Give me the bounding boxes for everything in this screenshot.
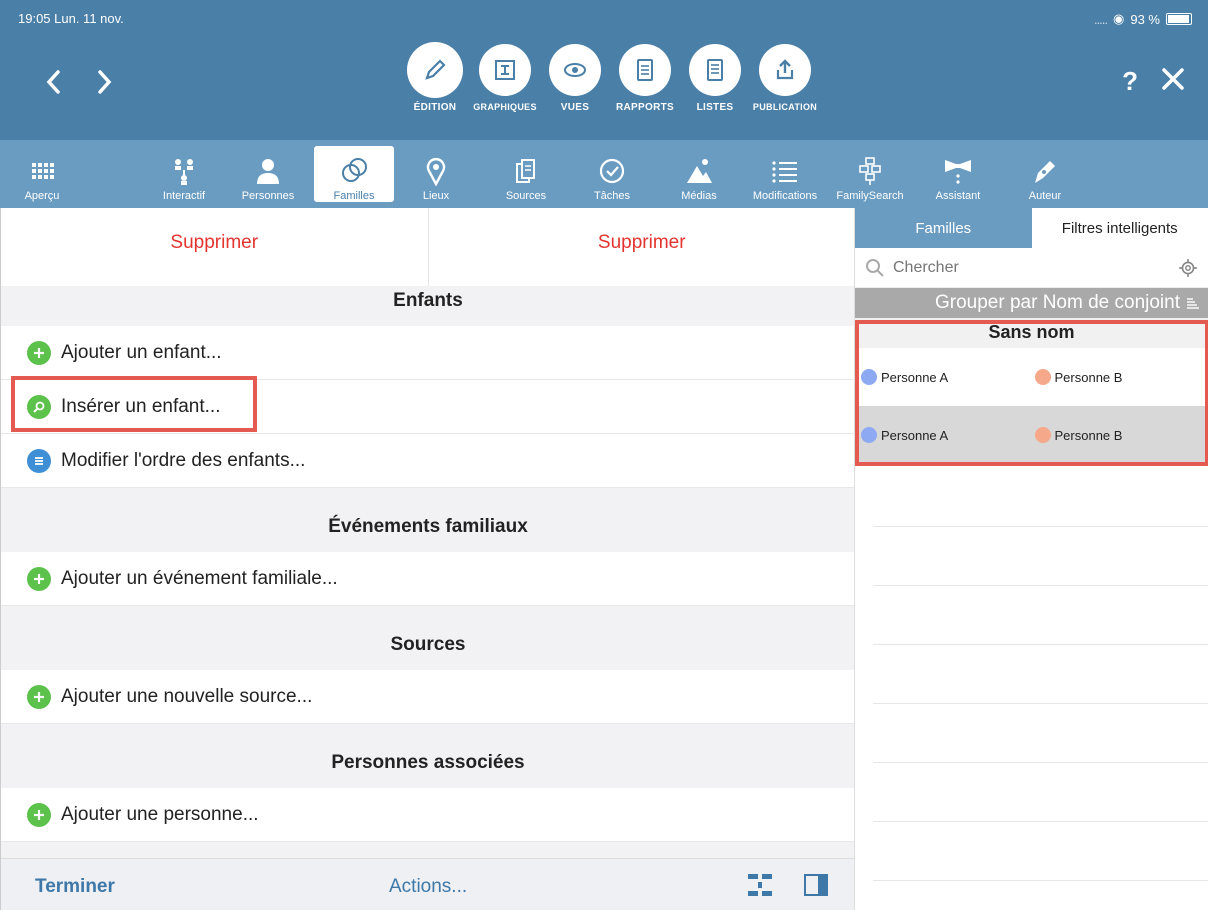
pencil-icon	[409, 44, 461, 96]
list-tabs: Familles Filtres intelligents	[855, 208, 1208, 248]
add-source-row[interactable]: Ajouter une nouvelle source...	[1, 670, 855, 724]
done-button[interactable]: Terminer	[35, 876, 115, 898]
tool-familysearch[interactable]: FamilySearch	[828, 146, 912, 202]
eye-icon	[549, 44, 601, 96]
signal-icon: .....	[1093, 11, 1108, 27]
tool-assistant[interactable]: Assistant	[928, 146, 988, 202]
top-bar: 19:05 Lun. 11 nov. ..... ◉ 93 % ÉDITION …	[0, 0, 1208, 140]
delete-partner-right-button[interactable]: Supprimer	[429, 208, 856, 286]
mode-edition[interactable]: ÉDITION	[400, 44, 470, 113]
plus-icon	[27, 684, 51, 709]
section-enfants-header: Enfants	[393, 290, 463, 311]
families-list-panel: Familles Filtres intelligents Grouper pa…	[854, 208, 1208, 910]
wifi-icon: ◉	[1113, 11, 1125, 26]
plus-icon	[27, 802, 51, 827]
battery-icon	[1166, 13, 1192, 25]
pin-icon	[426, 158, 446, 186]
family-edit-panel: Supprimer Supprimer Enfants Ajouter un e…	[0, 208, 855, 910]
tool-auteur[interactable]: Auteur	[1020, 146, 1070, 202]
section-evenements-header: Événements familiaux	[328, 516, 528, 537]
battery-level: 93 %	[1130, 11, 1160, 27]
add-child-row[interactable]: Ajouter un enfant...	[1, 326, 855, 380]
gear-icon[interactable]	[1178, 258, 1198, 278]
forward-button[interactable]	[86, 64, 122, 100]
list-icon	[689, 44, 741, 96]
mode-graphiques[interactable]: GRAPHIQUES	[470, 44, 540, 113]
tool-sources[interactable]: Sources	[498, 146, 554, 202]
plus-icon	[27, 566, 51, 591]
tool-personnes[interactable]: Personnes	[234, 146, 302, 202]
familysearch-icon	[859, 157, 881, 185]
search-input[interactable]	[893, 258, 1178, 277]
tool-modifications[interactable]: Modifications	[744, 146, 826, 202]
group-by-bar[interactable]: Grouper par Nom de conjoint	[855, 288, 1208, 318]
close-icon[interactable]	[1156, 62, 1190, 96]
tool-apercu[interactable]: Aperçu	[12, 146, 72, 202]
mode-listes[interactable]: LISTES	[680, 44, 750, 113]
search-icon	[866, 258, 884, 277]
bottom-bar: Terminer Actions...	[1, 858, 855, 910]
tool-taches[interactable]: Tâches	[586, 146, 638, 202]
mode-publication[interactable]: PUBLICATION	[750, 44, 820, 113]
documents-icon	[516, 159, 535, 183]
grid-icon	[32, 163, 54, 179]
report-icon	[619, 44, 671, 96]
upload-icon	[759, 44, 811, 96]
tab-filtres-intelligents[interactable]: Filtres intelligents	[1031, 208, 1208, 248]
bowtie-icon	[945, 160, 971, 184]
reorder-icon	[27, 448, 51, 473]
add-person-row[interactable]: Ajouter une personne...	[1, 788, 855, 842]
sort-icon	[1187, 298, 1199, 309]
status-time: 19:05 Lun. 11 nov.	[18, 11, 124, 26]
tool-medias[interactable]: Médias	[674, 146, 724, 202]
list-lines-icon	[772, 161, 797, 183]
help-button[interactable]: ?	[1122, 66, 1138, 97]
add-event-row[interactable]: Ajouter un événement familiale...	[1, 552, 855, 606]
reorder-children-row[interactable]: Modifier l'ordre des enfants...	[1, 434, 855, 488]
category-toolbar: Aperçu Interactif Personnes Familles Lie…	[0, 140, 1208, 208]
actions-button[interactable]: Actions...	[389, 876, 467, 898]
delete-partner-left-button[interactable]: Supprimer	[1, 208, 429, 286]
mode-rapports[interactable]: RAPPORTS	[610, 44, 680, 113]
pen-icon	[1035, 161, 1055, 183]
media-icon	[687, 159, 712, 183]
rings-icon	[342, 158, 367, 182]
check-icon	[599, 158, 625, 184]
plus-icon	[27, 340, 51, 365]
chevron-right-icon	[98, 70, 112, 94]
delete-row: Supprimer Supprimer	[1, 208, 855, 286]
person-icon	[257, 159, 279, 184]
section-personnes-header: Personnes associées	[331, 752, 525, 773]
highlight-insert-child	[11, 376, 257, 432]
search-bar	[855, 248, 1208, 288]
status-bar: 19:05 Lun. 11 nov. ..... ◉ 93 %	[0, 0, 1208, 34]
mode-bar: ÉDITION GRAPHIQUES VUES RAPPORTS LISTES	[400, 44, 820, 113]
tool-interactif[interactable]: Interactif	[150, 146, 218, 202]
sidebar-toggle-icon[interactable]	[804, 874, 828, 896]
chevron-left-icon	[46, 70, 60, 94]
tab-familles[interactable]: Familles	[855, 208, 1032, 248]
family-chart-icon[interactable]	[747, 873, 773, 897]
chart-icon	[479, 44, 531, 96]
highlight-family-list	[855, 320, 1208, 466]
mode-vues[interactable]: VUES	[540, 44, 610, 113]
section-sources-header: Sources	[390, 634, 466, 655]
tool-familles[interactable]: Familles	[314, 146, 394, 202]
tree-icon	[175, 159, 193, 185]
tool-lieux[interactable]: Lieux	[414, 146, 458, 202]
back-button[interactable]	[36, 64, 72, 100]
